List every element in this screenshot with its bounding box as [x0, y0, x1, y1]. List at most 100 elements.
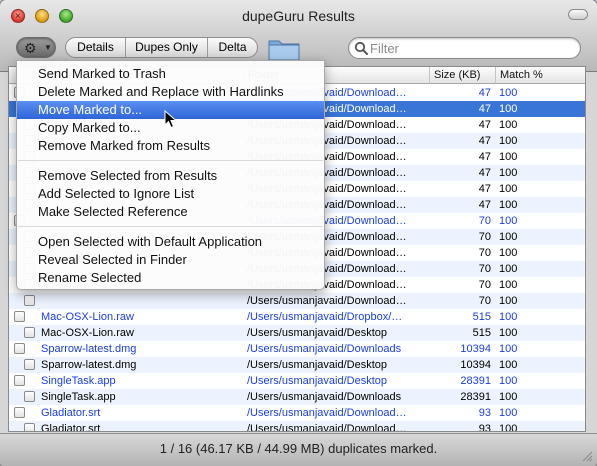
resize-grip-icon[interactable] [582, 451, 593, 462]
folder-cell: /Users/usmanjavaid/Downloads [247, 391, 402, 403]
folder-cell: /Users/usmanjavaid/Download… [247, 407, 407, 419]
dupes-only-button[interactable]: Dupes Only [126, 38, 208, 57]
filename-cell: SingleTask.app [41, 375, 116, 387]
search-input[interactable] [370, 39, 570, 57]
table-row[interactable]: Mac-OSX-Lion.raw/Users/usmanjavaid/Deskt… [9, 325, 585, 341]
filter-search-field[interactable] [348, 37, 581, 59]
delta-button[interactable]: Delta [208, 38, 257, 57]
match-cell: 100 [499, 135, 518, 147]
size-cell: 93 [478, 423, 491, 432]
match-cell: 100 [499, 103, 518, 115]
filename-cell [41, 293, 239, 309]
size-cell: 47 [478, 151, 491, 163]
window-title: dupeGuru Results [242, 8, 355, 24]
menu-item[interactable]: Reveal Selected in Finder [17, 251, 324, 269]
mouse-pointer-icon [164, 110, 178, 129]
match-cell: 100 [499, 183, 518, 195]
menu-item[interactable]: Remove Marked from Results [17, 137, 324, 155]
match-cell: 100 [499, 391, 518, 403]
search-icon [354, 41, 368, 55]
size-cell: 70 [478, 231, 491, 243]
size-cell: 10394 [460, 359, 491, 371]
menu-item[interactable]: Rename Selected [17, 269, 324, 287]
mark-checkbox[interactable] [24, 295, 35, 306]
match-cell: 100 [499, 423, 518, 432]
size-cell: 47 [478, 135, 491, 147]
details-button[interactable]: Details [66, 38, 126, 57]
actions-menu-button[interactable]: ⚙ ▼ [16, 37, 56, 58]
mark-checkbox[interactable] [24, 359, 35, 370]
menu-separator [18, 160, 323, 161]
menu-separator [18, 226, 323, 227]
size-cell: 28391 [460, 391, 491, 403]
filename-cell: Sparrow-latest.dmg [41, 343, 137, 355]
menu-item[interactable]: Open Selected with Default Application [17, 233, 324, 251]
folder-cell: /Users/usmanjavaid/Desktop [247, 359, 388, 371]
filename-cell: Gladiator.srt [41, 423, 101, 432]
table-row[interactable]: Mac-OSX-Lion.raw/Users/usmanjavaid/Dropb… [9, 309, 585, 325]
column-header-size[interactable]: Size (KB) [429, 67, 495, 84]
actions-dropdown-menu: Send Marked to Trash Delete Marked and Re… [16, 60, 325, 290]
match-cell: 100 [499, 375, 518, 387]
match-cell: 100 [499, 119, 518, 131]
size-cell: 47 [478, 183, 491, 195]
folder-cell: /Users/usmanjavaid/Downloads [247, 343, 402, 355]
size-cell: 28391 [460, 375, 491, 387]
size-cell: 47 [478, 119, 491, 131]
mark-checkbox[interactable] [24, 391, 35, 402]
chevron-down-icon: ▼ [44, 43, 52, 52]
folder-cell: /Users/usmanjavaid/Desktop [247, 327, 388, 339]
match-cell: 100 [499, 343, 518, 355]
match-cell: 100 [499, 199, 518, 211]
view-mode-segmented-control: Details Dupes Only Delta [65, 37, 258, 58]
table-row[interactable]: SingleTask.app/Users/usmanjavaid/Desktop… [9, 373, 585, 389]
match-cell: 100 [499, 359, 518, 371]
match-cell: 100 [499, 295, 518, 307]
table-row[interactable]: Gladiator.srt/Users/usmanjavaid/Download… [9, 405, 585, 421]
folder-cell: /Users/usmanjavaid/Download… [247, 295, 407, 307]
match-cell: 100 [499, 231, 518, 243]
mark-checkbox[interactable] [14, 343, 25, 354]
size-cell: 47 [478, 199, 491, 211]
size-cell: 47 [478, 87, 491, 99]
status-bar: 1 / 16 (46.17 KB / 44.99 MB) duplicates … [0, 433, 597, 466]
mark-checkbox[interactable] [14, 311, 25, 322]
size-cell: 47 [478, 167, 491, 179]
match-cell: 100 [499, 279, 518, 291]
status-text: 1 / 16 (46.17 KB / 44.99 MB) duplicates … [159, 441, 438, 456]
size-cell: 70 [478, 263, 491, 275]
folder-cell: /Users/usmanjavaid/Desktop [247, 375, 388, 387]
match-cell: 100 [499, 87, 518, 99]
match-cell: 100 [499, 327, 518, 339]
match-cell: 100 [499, 311, 518, 323]
match-cell: 100 [499, 167, 518, 179]
filename-cell: Mac-OSX-Lion.raw [41, 327, 134, 339]
filename-cell: SingleTask.app [41, 391, 116, 403]
filename-cell: Gladiator.srt [41, 407, 101, 419]
menu-item[interactable]: Delete Marked and Replace with Hardlinks [17, 83, 324, 101]
table-row[interactable]: Sparrow-latest.dmg/Users/usmanjavaid/Des… [9, 357, 585, 373]
menu-item[interactable]: Send Marked to Trash [17, 65, 324, 83]
column-header-match[interactable]: Match % [495, 67, 585, 84]
toolbar-toggle-button[interactable] [568, 9, 588, 20]
mark-checkbox[interactable] [24, 423, 35, 431]
menu-item[interactable]: Remove Selected from Results [17, 167, 324, 185]
size-cell: 70 [478, 215, 491, 227]
filename-cell: Sparrow-latest.dmg [41, 359, 137, 371]
table-row[interactable]: Sparrow-latest.dmg/Users/usmanjavaid/Dow… [9, 341, 585, 357]
mark-checkbox[interactable] [24, 327, 35, 338]
folder-icon[interactable] [268, 36, 300, 61]
filename-cell: Mac-OSX-Lion.raw [41, 311, 134, 323]
table-row[interactable]: Gladiator.srt/Users/usmanjavaid/Download… [9, 421, 585, 432]
table-row[interactable]: SingleTask.app/Users/usmanjavaid/Downloa… [9, 389, 585, 405]
menu-item[interactable]: Add Selected to Ignore List [17, 185, 324, 203]
table-row[interactable]: /Users/usmanjavaid/Download… 70 100 [9, 293, 585, 309]
mark-checkbox[interactable] [14, 375, 25, 386]
dupeguru-results-window: × dupeGuru Results ⚙ ▼ Details Dupes Onl… [0, 0, 597, 466]
folder-cell: /Users/usmanjavaid/Dropbox/… [247, 311, 403, 323]
menu-item[interactable]: Make Selected Reference [17, 203, 324, 221]
mark-checkbox[interactable] [14, 407, 25, 418]
size-cell: 515 [472, 311, 491, 323]
match-cell: 100 [499, 247, 518, 259]
match-cell: 100 [499, 215, 518, 227]
